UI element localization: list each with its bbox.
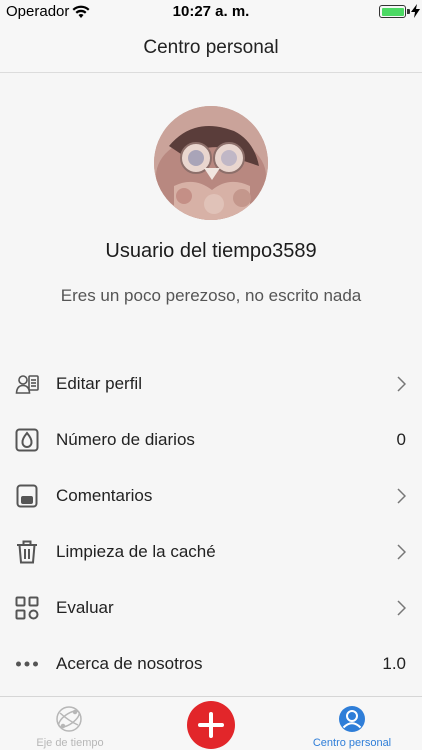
trash-icon: [17, 540, 37, 564]
menu-item-about[interactable]: Acerca de nosotros 1.0: [0, 636, 422, 692]
more-dots-icon: [16, 661, 38, 667]
tab-personal-center[interactable]: Centro personal: [282, 697, 422, 750]
page-title: Centro personal: [143, 37, 279, 58]
add-diary-button[interactable]: [187, 701, 235, 749]
app-version-value: 1.0: [382, 654, 406, 673]
clock-label: 10:27 a. m.: [172, 3, 250, 20]
tab-label: Eje de tiempo: [36, 737, 104, 749]
menu-item-label: Limpieza de la caché: [56, 542, 216, 561]
chevron-right-icon: [397, 488, 406, 504]
menu-item-label: Comentarios: [56, 486, 153, 505]
navigation-bar: Centro personal: [0, 24, 422, 73]
menu-item-label: Acerca de nosotros: [56, 654, 203, 673]
diary-count-value: 0: [396, 430, 406, 449]
grid-icon: [15, 596, 39, 620]
charging-bolt-icon: [411, 4, 420, 18]
profile-card-icon: [15, 375, 39, 394]
comment-icon: [16, 484, 38, 508]
username-label: Usuario del tiempo3589: [105, 240, 317, 262]
menu-item-edit-profile[interactable]: Editar perfil: [0, 356, 422, 412]
menu-item-diary-count[interactable]: Número de diarios 0: [0, 412, 422, 468]
settings-menu: Editar perfil Número de diarios 0 Coment…: [0, 356, 422, 692]
user-avatar-icon: [339, 706, 365, 732]
tab-timeline[interactable]: Eje de tiempo: [0, 697, 140, 750]
menu-item-rate[interactable]: Evaluar: [0, 580, 422, 636]
chevron-right-icon: [397, 600, 406, 616]
plus-icon: [198, 712, 224, 738]
battery-tip: [407, 9, 410, 14]
menu-item-label: Número de diarios: [56, 430, 195, 449]
menu-item-clear-cache[interactable]: Limpieza de la caché: [0, 524, 422, 580]
tab-bar: Eje de tiempo Centro personal: [0, 696, 422, 750]
chevron-right-icon: [397, 544, 406, 560]
menu-item-comments[interactable]: Comentarios: [0, 468, 422, 524]
chevron-right-icon: [397, 376, 406, 392]
avatar-image: [154, 106, 268, 220]
menu-item-label: Evaluar: [56, 598, 114, 617]
globe-icon: [56, 706, 82, 732]
bio-label: Eres un poco perezoso, no escrito nada: [60, 286, 362, 305]
avatar[interactable]: [154, 106, 268, 220]
tab-label: Centro personal: [312, 737, 392, 749]
menu-item-label: Editar perfil: [56, 374, 142, 393]
diary-count-icon: [15, 428, 39, 452]
status-bar: Operador 10:27 a. m.: [0, 0, 422, 24]
battery-icon: [379, 5, 406, 18]
profile-content: Usuario del tiempo3589 Eres un poco pere…: [0, 74, 422, 696]
